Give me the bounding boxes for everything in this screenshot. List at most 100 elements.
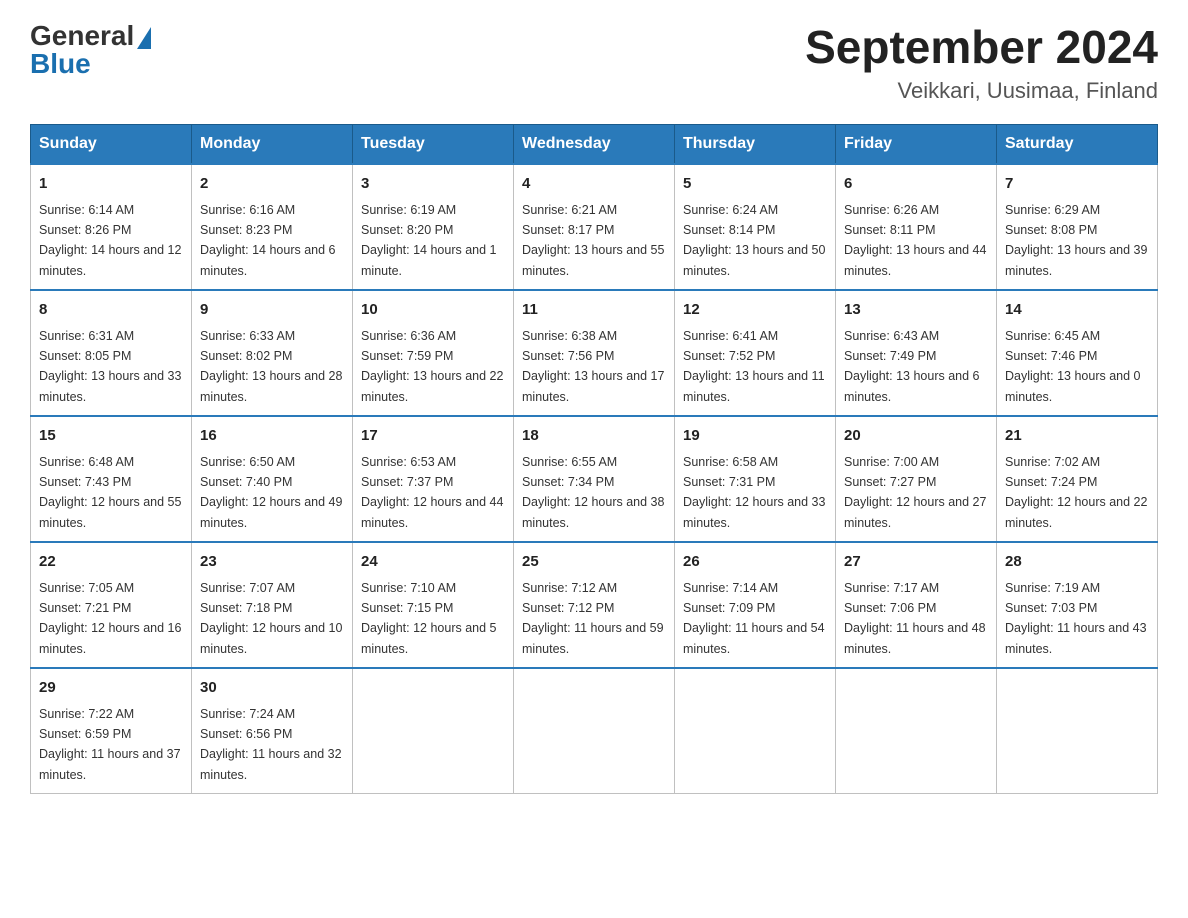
calendar-cell: 7 Sunrise: 6:29 AMSunset: 8:08 PMDaylight… bbox=[997, 164, 1158, 290]
day-number: 5 bbox=[683, 173, 827, 196]
day-info: Sunrise: 6:33 AMSunset: 8:02 PMDaylight:… bbox=[200, 329, 342, 404]
column-header-monday: Monday bbox=[192, 125, 353, 165]
day-info: Sunrise: 6:26 AMSunset: 8:11 PMDaylight:… bbox=[844, 203, 986, 278]
calendar-cell: 23 Sunrise: 7:07 AMSunset: 7:18 PMDayligh… bbox=[192, 542, 353, 668]
day-info: Sunrise: 6:29 AMSunset: 8:08 PMDaylight:… bbox=[1005, 203, 1147, 278]
day-number: 28 bbox=[1005, 551, 1149, 574]
day-info: Sunrise: 6:48 AMSunset: 7:43 PMDaylight:… bbox=[39, 455, 181, 530]
column-header-wednesday: Wednesday bbox=[514, 125, 675, 165]
calendar-cell: 27Sunrise: 7:17 AMSunset: 7:06 PMDayligh… bbox=[836, 542, 997, 668]
day-info: Sunrise: 7:00 AMSunset: 7:27 PMDaylight:… bbox=[844, 455, 986, 530]
day-info: Sunrise: 7:19 AMSunset: 7:03 PMDaylight:… bbox=[1005, 581, 1147, 656]
calendar-cell: 21 Sunrise: 7:02 AMSunset: 7:24 PMDayligh… bbox=[997, 416, 1158, 542]
calendar-cell bbox=[514, 668, 675, 794]
calendar-week-row: 29Sunrise: 7:22 AMSunset: 6:59 PMDayligh… bbox=[31, 668, 1158, 794]
day-info: Sunrise: 6:55 AMSunset: 7:34 PMDaylight:… bbox=[522, 455, 664, 530]
day-info: Sunrise: 6:31 AMSunset: 8:05 PMDaylight:… bbox=[39, 329, 181, 404]
day-number: 16 bbox=[200, 425, 344, 448]
calendar-cell: 12 Sunrise: 6:41 AMSunset: 7:52 PMDayligh… bbox=[675, 290, 836, 416]
calendar-cell: 25 Sunrise: 7:12 AMSunset: 7:12 PMDayligh… bbox=[514, 542, 675, 668]
calendar-cell: 17 Sunrise: 6:53 AMSunset: 7:37 PMDayligh… bbox=[353, 416, 514, 542]
day-info: Sunrise: 6:14 AMSunset: 8:26 PMDaylight:… bbox=[39, 203, 181, 278]
calendar-cell: 13 Sunrise: 6:43 AMSunset: 7:49 PMDayligh… bbox=[836, 290, 997, 416]
calendar-cell: 28 Sunrise: 7:19 AMSunset: 7:03 PMDayligh… bbox=[997, 542, 1158, 668]
calendar-cell: 20 Sunrise: 7:00 AMSunset: 7:27 PMDayligh… bbox=[836, 416, 997, 542]
day-number: 17 bbox=[361, 425, 505, 448]
day-info: Sunrise: 6:53 AMSunset: 7:37 PMDaylight:… bbox=[361, 455, 503, 530]
day-number: 30 bbox=[200, 677, 344, 700]
day-info: Sunrise: 6:24 AMSunset: 8:14 PMDaylight:… bbox=[683, 203, 825, 278]
day-info: Sunrise: 7:24 AMSunset: 6:56 PMDaylight:… bbox=[200, 707, 342, 782]
day-info: Sunrise: 6:38 AMSunset: 7:56 PMDaylight:… bbox=[522, 329, 664, 404]
calendar-cell: 18 Sunrise: 6:55 AMSunset: 7:34 PMDayligh… bbox=[514, 416, 675, 542]
day-number: 7 bbox=[1005, 173, 1149, 196]
day-number: 19 bbox=[683, 425, 827, 448]
column-header-saturday: Saturday bbox=[997, 125, 1158, 165]
calendar-week-row: 1 Sunrise: 6:14 AMSunset: 8:26 PMDaylight… bbox=[31, 164, 1158, 290]
logo: General Blue bbox=[30, 20, 151, 80]
column-header-sunday: Sunday bbox=[31, 125, 192, 165]
day-number: 12 bbox=[683, 299, 827, 322]
calendar-cell: 22Sunrise: 7:05 AMSunset: 7:21 PMDayligh… bbox=[31, 542, 192, 668]
calendar-cell: 26Sunrise: 7:14 AMSunset: 7:09 PMDayligh… bbox=[675, 542, 836, 668]
day-info: Sunrise: 7:22 AMSunset: 6:59 PMDaylight:… bbox=[39, 707, 181, 782]
day-number: 1 bbox=[39, 173, 183, 196]
day-number: 25 bbox=[522, 551, 666, 574]
calendar-cell: 24Sunrise: 7:10 AMSunset: 7:15 PMDayligh… bbox=[353, 542, 514, 668]
calendar-week-row: 8 Sunrise: 6:31 AMSunset: 8:05 PMDaylight… bbox=[31, 290, 1158, 416]
day-number: 27 bbox=[844, 551, 988, 574]
day-number: 9 bbox=[200, 299, 344, 322]
day-info: Sunrise: 6:41 AMSunset: 7:52 PMDaylight:… bbox=[683, 329, 825, 404]
calendar-week-row: 15 Sunrise: 6:48 AMSunset: 7:43 PMDayligh… bbox=[31, 416, 1158, 542]
day-number: 23 bbox=[200, 551, 344, 574]
day-info: Sunrise: 7:07 AMSunset: 7:18 PMDaylight:… bbox=[200, 581, 342, 656]
day-info: Sunrise: 7:14 AMSunset: 7:09 PMDaylight:… bbox=[683, 581, 825, 656]
day-number: 10 bbox=[361, 299, 505, 322]
day-number: 8 bbox=[39, 299, 183, 322]
calendar-cell: 16 Sunrise: 6:50 AMSunset: 7:40 PMDayligh… bbox=[192, 416, 353, 542]
calendar-header-row: SundayMondayTuesdayWednesdayThursdayFrid… bbox=[31, 125, 1158, 165]
day-number: 15 bbox=[39, 425, 183, 448]
calendar-week-row: 22Sunrise: 7:05 AMSunset: 7:21 PMDayligh… bbox=[31, 542, 1158, 668]
calendar-cell bbox=[675, 668, 836, 794]
calendar-cell: 10 Sunrise: 6:36 AMSunset: 7:59 PMDayligh… bbox=[353, 290, 514, 416]
logo-blue-text: Blue bbox=[30, 48, 91, 80]
calendar-cell: 30 Sunrise: 7:24 AMSunset: 6:56 PMDayligh… bbox=[192, 668, 353, 794]
column-header-thursday: Thursday bbox=[675, 125, 836, 165]
day-number: 6 bbox=[844, 173, 988, 196]
day-info: Sunrise: 6:36 AMSunset: 7:59 PMDaylight:… bbox=[361, 329, 503, 404]
calendar-cell: 3 Sunrise: 6:19 AMSunset: 8:20 PMDaylight… bbox=[353, 164, 514, 290]
calendar-cell bbox=[836, 668, 997, 794]
calendar-cell: 15 Sunrise: 6:48 AMSunset: 7:43 PMDayligh… bbox=[31, 416, 192, 542]
day-info: Sunrise: 6:19 AMSunset: 8:20 PMDaylight:… bbox=[361, 203, 497, 278]
day-number: 18 bbox=[522, 425, 666, 448]
day-info: Sunrise: 7:12 AMSunset: 7:12 PMDaylight:… bbox=[522, 581, 664, 656]
day-info: Sunrise: 6:21 AMSunset: 8:17 PMDaylight:… bbox=[522, 203, 664, 278]
day-number: 11 bbox=[522, 299, 666, 322]
calendar-cell: 5 Sunrise: 6:24 AMSunset: 8:14 PMDaylight… bbox=[675, 164, 836, 290]
day-number: 3 bbox=[361, 173, 505, 196]
day-number: 4 bbox=[522, 173, 666, 196]
calendar-cell: 6 Sunrise: 6:26 AMSunset: 8:11 PMDaylight… bbox=[836, 164, 997, 290]
calendar-cell: 9 Sunrise: 6:33 AMSunset: 8:02 PMDaylight… bbox=[192, 290, 353, 416]
day-info: Sunrise: 6:45 AMSunset: 7:46 PMDaylight:… bbox=[1005, 329, 1141, 404]
day-number: 24 bbox=[361, 551, 505, 574]
calendar-body: 1 Sunrise: 6:14 AMSunset: 8:26 PMDaylight… bbox=[31, 164, 1158, 794]
day-info: Sunrise: 7:02 AMSunset: 7:24 PMDaylight:… bbox=[1005, 455, 1147, 530]
calendar-cell: 8 Sunrise: 6:31 AMSunset: 8:05 PMDaylight… bbox=[31, 290, 192, 416]
day-number: 20 bbox=[844, 425, 988, 448]
day-number: 13 bbox=[844, 299, 988, 322]
calendar-cell: 14Sunrise: 6:45 AMSunset: 7:46 PMDayligh… bbox=[997, 290, 1158, 416]
logo-triangle-icon bbox=[137, 27, 151, 49]
day-info: Sunrise: 6:16 AMSunset: 8:23 PMDaylight:… bbox=[200, 203, 336, 278]
day-info: Sunrise: 6:43 AMSunset: 7:49 PMDaylight:… bbox=[844, 329, 980, 404]
day-info: Sunrise: 7:05 AMSunset: 7:21 PMDaylight:… bbox=[39, 581, 181, 656]
calendar-table: SundayMondayTuesdayWednesdayThursdayFrid… bbox=[30, 124, 1158, 794]
calendar-cell bbox=[353, 668, 514, 794]
column-header-friday: Friday bbox=[836, 125, 997, 165]
title-section: September 2024 Veikkari, Uusimaa, Finlan… bbox=[805, 20, 1158, 104]
day-info: Sunrise: 6:50 AMSunset: 7:40 PMDaylight:… bbox=[200, 455, 342, 530]
day-number: 21 bbox=[1005, 425, 1149, 448]
calendar-cell bbox=[997, 668, 1158, 794]
calendar-cell: 1 Sunrise: 6:14 AMSunset: 8:26 PMDaylight… bbox=[31, 164, 192, 290]
